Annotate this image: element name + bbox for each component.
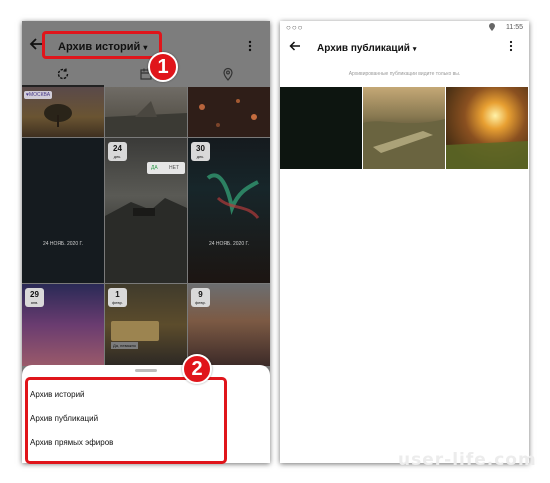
story-thumbnail[interactable]: 1 февр. Да, неважно [105,284,187,366]
story-thumbnail[interactable]: ♥МОСКВА [22,87,104,137]
story-thumbnail[interactable]: 24 НОЯБ. 2020 Г. [22,138,104,283]
watermark-text: user-life.com [398,450,537,470]
question-sticker [111,321,159,341]
story-thumbnail[interactable]: 29 янв. [22,284,104,366]
archive-type-dropdown[interactable]: Архив публикаций ▾ [317,43,416,54]
archived-post-thumbnail[interactable] [363,87,445,169]
date-month: февр. [112,300,123,305]
location-sticker: ♥МОСКВА [24,91,53,99]
story-date-chip: 9 февр. [191,288,210,307]
title-highlight-box [42,31,162,59]
tab-map-pin-icon[interactable] [221,67,235,81]
archived-post-thumbnail[interactable] [446,87,528,169]
story-thumbnail[interactable] [105,87,187,137]
chevron-down-icon: ▾ [412,46,417,53]
sheet-drag-handle[interactable] [135,369,157,372]
story-thumbnail[interactable]: 30 дек. 24 НОЯБ. 2020 Г. [188,138,270,283]
tab-archive-circle-icon[interactable] [56,67,70,81]
date-day: 9 [198,290,203,299]
date-day: 29 [30,290,39,299]
date-month: февр. [195,300,206,305]
story-date-chip: 1 февр. [108,288,127,307]
step-2-badge: 2 [182,354,212,384]
sticker-answer-chip: Да, неважно [111,342,139,349]
status-bar: ○○○ 11:55 [280,21,529,35]
location-icon [489,23,495,33]
poll-no-option: НЕТ [169,165,179,171]
date-day: 24 [113,144,122,153]
archive-posts-screen: ○○○ 11:55 Архив публикаций ▾ Архивированн… [280,21,529,463]
status-time: 11:55 [506,24,523,31]
archive-privacy-notice: Архивированные публикации видите только … [348,71,461,77]
story-date-chip: 30 дек. [191,142,210,161]
date-month: янв. [30,300,39,305]
date-day: 1 [115,290,120,299]
step-1-badge: 1 [148,52,178,82]
poll-yes-option: ДА [151,165,158,171]
date-month: дек. [196,154,205,159]
date-month: дек. [113,154,122,159]
story-thumbnail[interactable] [188,87,270,137]
status-notification-icons: ○○○ [286,23,304,32]
story-thumbnail[interactable]: 24 дек. ДА НЕТ [105,138,187,283]
story-date-label: 24 НОЯБ. 2020 Г. [208,241,249,247]
story-date-label: 24 НОЯБ. 2020 Г. [42,241,83,247]
poll-sticker: ДА НЕТ [147,162,185,174]
story-date-chip: 29 янв. [25,288,44,307]
menu-highlight-box [25,377,227,464]
date-day: 30 [196,144,205,153]
archive-view-tabs [22,63,270,87]
more-options-icon[interactable] [509,40,513,55]
back-arrow-icon[interactable] [288,39,302,58]
more-options-icon[interactable] [248,40,252,53]
page-title: Архив публикаций [317,43,410,54]
archived-post-thumbnail[interactable] [280,87,362,169]
story-date-chip: 24 дек. [108,142,127,161]
